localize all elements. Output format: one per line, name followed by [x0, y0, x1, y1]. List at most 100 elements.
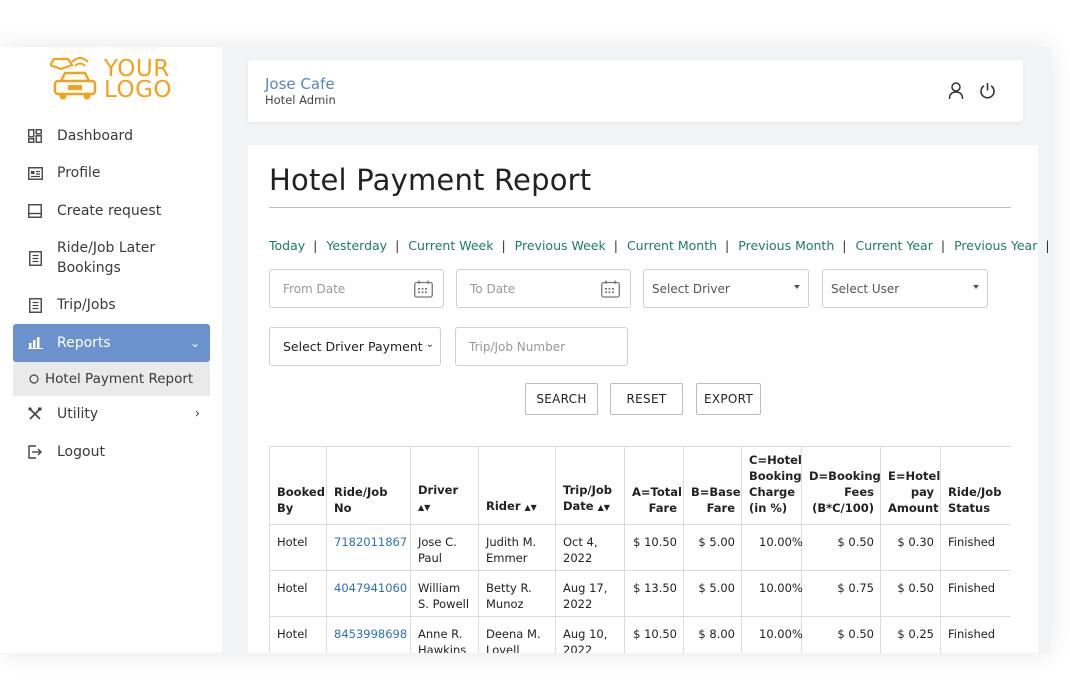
table-row: Hotel 8453998698 Anne R. Hawkins Deena M… [269, 616, 1011, 653]
sidebar-item-reports[interactable]: Reports ⌄ [13, 324, 210, 362]
cell-driver: William S. Powell [410, 570, 479, 617]
col-header-booking-charge: C=Hotel Booking Charge (in %) [741, 447, 802, 525]
filter-previous-week-link[interactable]: Previous Week [515, 238, 606, 253]
circle-icon [29, 371, 39, 387]
dashboard-grid-icon [27, 128, 43, 144]
caret-down-icon [794, 285, 800, 289]
cell-status: Finished [940, 616, 1011, 653]
sidebar-item-label: Hotel Payment Report [45, 370, 194, 387]
cell-booking-charge: 10.00% [741, 570, 803, 617]
cell-hotel-pay: $ 0.25 [880, 616, 941, 653]
cell-base-fare: $ 5.00 [683, 524, 742, 571]
driver-select[interactable]: Select Driver [643, 269, 809, 308]
logout-icon [27, 444, 43, 460]
driver-payment-status-select[interactable]: Select Driver Payment S ⌄ [269, 327, 441, 366]
report-table-container: Booked By Ride/Job No Driver ▲▼ Rider ▲▼… [269, 446, 1011, 653]
cell-base-fare: $ 8.00 [683, 616, 742, 653]
sidebar-item-utility[interactable]: Utility › [13, 396, 210, 434]
sidebar-item-label: Logout [57, 443, 105, 460]
cell-booking-fees: $ 0.50 [801, 524, 881, 571]
chevron-right-icon: › [194, 406, 200, 422]
col-header-rider[interactable]: Rider ▲▼ [478, 447, 556, 525]
document-list-icon [27, 297, 43, 313]
search-button[interactable]: SEARCH [525, 383, 598, 415]
cell-booking-charge: 10.00% [741, 616, 803, 653]
company-logo[interactable]: YOUR LOGO [50, 57, 172, 103]
account-role: Hotel Admin [265, 93, 336, 107]
power-icon[interactable] [979, 82, 996, 104]
filter-previous-month-link[interactable]: Previous Month [738, 238, 834, 253]
sort-icon[interactable]: ▲▼ [525, 503, 537, 512]
to-date-placeholder: To Date [470, 281, 516, 296]
driver-payment-status-value: Select Driver Payment S [283, 339, 427, 354]
reset-button[interactable]: RESET [610, 383, 683, 415]
cell-rider: Judith M. Emmer [478, 524, 556, 571]
cell-total-fare: $ 13.50 [624, 570, 684, 617]
cell-total-fare: $ 10.50 [624, 616, 684, 653]
col-header-total-fare: A=Total Fare [624, 447, 684, 525]
logo-line-2: LOGO [104, 77, 173, 103]
sidebar-item-profile[interactable]: Profile [13, 155, 210, 193]
filter-yesterday-link[interactable]: Yesterday [326, 238, 387, 253]
report-panel: Hotel Payment Report Today | Yesterday | C… [248, 145, 1050, 653]
caret-down-icon [973, 285, 979, 289]
quick-date-filters: Today | Yesterday | Current Week | Previous… [269, 238, 1050, 253]
col-header-job-no: Ride/Job No [326, 447, 411, 525]
sidebar-nav: Dashboard Profile Create request Ride/Jo… [13, 117, 210, 471]
trip-number-placeholder: Trip/Job Number [469, 339, 566, 354]
sort-icon[interactable]: ▲▼ [418, 503, 430, 512]
filter-current-year-link[interactable]: Current Year [855, 238, 932, 253]
to-date-input[interactable]: To Date [456, 269, 631, 308]
report-table: Booked By Ride/Job No Driver ▲▼ Rider ▲▼… [269, 447, 1011, 653]
user-select-value: Select User [831, 281, 900, 296]
filter-today-link[interactable]: Today [269, 238, 305, 253]
sidebar-item-label: Trip/Jobs [57, 297, 116, 314]
user-icon[interactable] [948, 82, 964, 104]
calendar-icon[interactable] [601, 280, 620, 301]
sidebar-item-label: Dashboard [57, 127, 133, 144]
sidebar-item-label: Reports [57, 334, 111, 351]
tools-icon [27, 406, 43, 422]
filter-previous-year-link[interactable]: Previous Year [954, 238, 1037, 253]
export-button[interactable]: EXPORT [696, 383, 761, 415]
cell-job-no-link[interactable]: 4047941060 [326, 570, 411, 617]
title-divider [269, 207, 1011, 208]
cell-job-no-link[interactable]: 8453998698 [326, 616, 411, 653]
trip-number-input[interactable]: Trip/Job Number [455, 327, 628, 366]
table-header-row: Booked By Ride/Job No Driver ▲▼ Rider ▲▼… [269, 447, 1011, 525]
account-name: Jose Cafe [265, 75, 335, 93]
sidebar-item-later-bookings[interactable]: Ride/Job Later Bookings [13, 230, 210, 287]
app-window: YOUR LOGO Dashboard Profile Create reque… [0, 47, 1050, 653]
col-header-driver[interactable]: Driver ▲▼ [410, 447, 479, 525]
calendar-icon[interactable] [414, 280, 433, 301]
cell-job-no-link[interactable]: 7182011867 [326, 524, 411, 571]
from-date-placeholder: From Date [283, 281, 346, 296]
sort-icon[interactable]: ▲▼ [598, 503, 610, 512]
cell-base-fare: $ 5.00 [683, 570, 742, 617]
cell-trip-date: Aug 17, 2022 [555, 570, 625, 617]
cell-driver: Jose C. Paul [410, 524, 479, 571]
sidebar-item-dashboard[interactable]: Dashboard [13, 117, 210, 155]
window-icon [27, 203, 43, 219]
chevron-down-icon: ⌄ [425, 339, 434, 350]
sidebar-item-trip-jobs[interactable]: Trip/Jobs [13, 287, 210, 325]
cell-trip-date: Oct 4, 2022 [555, 524, 625, 571]
sidebar-item-logout[interactable]: Logout [13, 433, 210, 471]
filter-current-week-link[interactable]: Current Week [408, 238, 493, 253]
cell-booking-charge: 10.00% [741, 524, 803, 571]
col-header-trip-date[interactable]: Trip/Job Date ▲▼ [555, 447, 625, 525]
cell-rider: Deena M. Lovell [478, 616, 556, 653]
sidebar-item-label: Utility [57, 406, 99, 423]
filter-current-month-link[interactable]: Current Month [627, 238, 717, 253]
taxi-logo-icon [50, 57, 97, 100]
cell-total-fare: $ 10.50 [624, 524, 684, 571]
sidebar-subitem-hotel-payment-report[interactable]: Hotel Payment Report [13, 361, 210, 396]
cell-hotel-pay: $ 0.50 [880, 570, 941, 617]
sidebar-item-create-request[interactable]: Create request [13, 192, 210, 230]
cell-booking-fees: $ 0.75 [801, 570, 881, 617]
col-header-base-fare: B=Base Fare [683, 447, 742, 525]
cell-trip-date: Aug 10, 2022 [555, 616, 625, 653]
col-header-booking-fees: D=Booking Fees (B*C/100) [801, 447, 881, 525]
user-select[interactable]: Select User [822, 269, 988, 308]
from-date-input[interactable]: From Date [269, 269, 444, 308]
